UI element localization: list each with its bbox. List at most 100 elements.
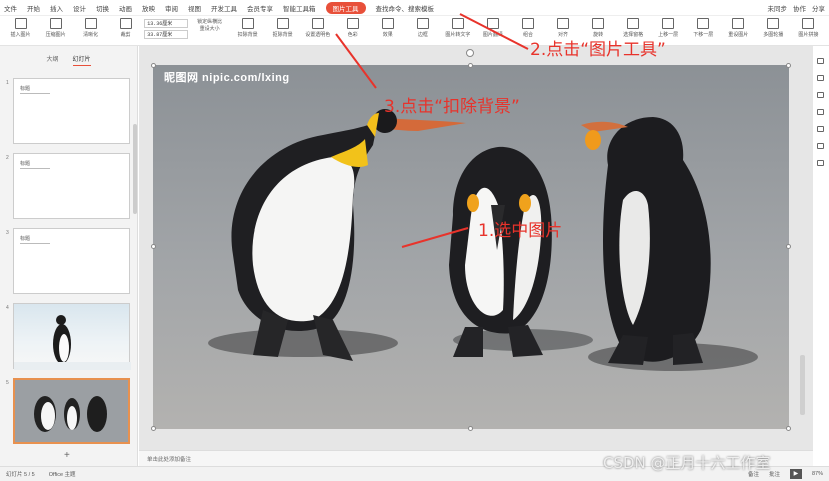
remove-background-icon	[241, 18, 254, 29]
slide-number: 3	[6, 230, 9, 236]
slide-thumbnail[interactable]	[13, 303, 131, 370]
resize-handle[interactable]	[151, 63, 156, 68]
format-icon[interactable]	[816, 75, 824, 81]
slide-thumb-title: 标题	[20, 161, 31, 167]
slide-thumbnail[interactable]: 标题	[13, 228, 130, 294]
cutout-icon	[276, 18, 289, 29]
ocr-icon	[451, 18, 464, 29]
slide-thumb-row[interactable]: 4	[0, 303, 138, 371]
menu-home[interactable]: 开始	[27, 3, 40, 13]
share-button[interactable]: 分享	[812, 3, 825, 13]
slide-thumb-row[interactable]: 3 标题	[0, 228, 138, 296]
penguin-picture[interactable]: 昵图网 nipic.com/lxing	[153, 65, 789, 429]
menu-smart-tools[interactable]: 智能工具箱	[283, 3, 316, 13]
picture-icon	[14, 18, 27, 29]
stitch-icon	[802, 18, 815, 29]
resize-handle[interactable]	[151, 426, 156, 431]
layout-icon[interactable]	[816, 58, 824, 64]
collab-button[interactable]: 协作	[793, 3, 806, 13]
resize-handle[interactable]	[786, 244, 791, 249]
crop-button[interactable]: 裁剪	[109, 18, 142, 38]
picture-translate-button[interactable]: 图片翻译	[476, 18, 509, 38]
play-icon[interactable]: ▶	[789, 469, 802, 479]
effects-pane-icon[interactable]	[816, 92, 824, 98]
send-backward-icon	[697, 18, 710, 29]
translate-icon	[486, 18, 499, 29]
slide-thumbnail-selected[interactable]	[13, 378, 130, 444]
reset-icon	[732, 18, 745, 29]
sync-status[interactable]: 未同步	[768, 3, 788, 13]
menu-design[interactable]: 设计	[73, 3, 86, 13]
annotation-step1: 1.选中图片	[478, 221, 563, 241]
border-button[interactable]: 边框	[406, 18, 439, 38]
border-icon	[416, 18, 429, 29]
penguin-thumb-image	[14, 315, 131, 370]
theme-name: Office 主题	[48, 472, 76, 478]
rotate-handle[interactable]	[466, 49, 474, 57]
slide-sidebar: 大纲 幻灯片 1 标题 2 标题 3 标题 4 5 +	[0, 46, 138, 466]
carousel-button[interactable]: 多图轮播	[757, 18, 790, 38]
slide-number: 5	[6, 380, 9, 386]
compress-picture-button[interactable]: 压缩图片	[39, 18, 72, 38]
sharpen-button[interactable]: 清晰化	[74, 18, 107, 38]
annotation-step2: 2.点击“图片工具”	[530, 40, 666, 60]
tab-slides[interactable]: 幻灯片	[72, 54, 91, 66]
menu-dev-tools[interactable]: 开发工具	[211, 3, 237, 13]
send-backward-button[interactable]: 下移一层	[687, 18, 720, 38]
stitch-button[interactable]: 图片拼接	[792, 18, 825, 38]
slide-thumbnail[interactable]: 标题	[13, 78, 130, 144]
sidebar-tabs: 大纲 幻灯片	[0, 46, 137, 66]
crop-pane-icon[interactable]	[816, 143, 824, 149]
slide-thumbnail[interactable]: 标题	[13, 153, 130, 219]
selection-pane-icon	[627, 18, 640, 29]
lock-ratio-checkbox[interactable]: 锁定纵横比 重设大小	[190, 18, 229, 32]
slide-thumb-row[interactable]: 5	[0, 378, 138, 446]
rotate-icon	[592, 18, 605, 29]
menu-animation[interactable]: 动画	[119, 3, 132, 13]
slide-thumb-row[interactable]: 1 标题	[0, 78, 138, 146]
resize-handle[interactable]	[468, 426, 473, 431]
menu-transition[interactable]: 切换	[96, 3, 109, 13]
sidebar-scrollbar[interactable]	[133, 124, 137, 214]
search-command[interactable]: 查找命令、搜索模板	[376, 3, 435, 13]
picture-to-text-button[interactable]: 图片转文字	[441, 18, 474, 38]
color-button[interactable]: 色彩	[336, 18, 369, 38]
tab-picture-tools[interactable]: 图片工具	[325, 1, 366, 14]
cutout-button[interactable]: 抠除背景	[266, 18, 299, 38]
menu-slideshow[interactable]: 放映	[142, 3, 155, 13]
csdn-credit: CSDN @正月十六工作室	[603, 454, 771, 472]
slide-thumb-line	[20, 243, 50, 244]
slide-thumb-title: 标题	[20, 86, 31, 92]
carousel-icon	[767, 18, 780, 29]
align-icon	[557, 18, 570, 29]
slide-thumb-line	[20, 168, 50, 169]
compress-icon	[49, 18, 62, 29]
resize-handle[interactable]	[786, 63, 791, 68]
settings-icon[interactable]	[816, 160, 824, 166]
menu-member[interactable]: 会员专享	[247, 3, 273, 13]
remove-background-button[interactable]: 扣除背景	[231, 18, 264, 38]
slide-number: 1	[6, 80, 9, 86]
canvas-scrollbar[interactable]	[800, 355, 805, 415]
slide-thumb-row[interactable]: 2 标题	[0, 153, 138, 221]
add-slide-button[interactable]: +	[64, 450, 70, 461]
reset-picture-button[interactable]: 重设图片	[722, 18, 755, 38]
resize-handle[interactable]	[468, 63, 473, 68]
width-input[interactable]: 33.87厘米	[144, 30, 189, 39]
height-input[interactable]: 13.36厘米	[144, 19, 189, 28]
menu-file[interactable]: 文件	[4, 3, 17, 13]
ribbon-toolbar: 插入图片 压缩图片 清晰化 裁剪 13.36厘米 33.87厘米 锁定纵横比 重设…	[0, 16, 829, 46]
menu-insert[interactable]: 插入	[50, 3, 63, 13]
animation-pane-icon[interactable]	[816, 109, 824, 115]
insert-picture-button[interactable]: 插入图片	[4, 18, 37, 38]
transparent-color-button[interactable]: 设置透明色	[301, 18, 334, 38]
tab-outline[interactable]: 大纲	[46, 54, 58, 66]
zoom-level[interactable]: 87%	[812, 471, 823, 477]
sharpen-icon	[84, 18, 97, 29]
resize-handle[interactable]	[151, 244, 156, 249]
effects-button[interactable]: 效果	[371, 18, 404, 38]
resize-handle[interactable]	[786, 426, 791, 431]
menu-review[interactable]: 审阅	[165, 3, 178, 13]
menu-view[interactable]: 视图	[188, 3, 201, 13]
style-icon[interactable]	[816, 126, 824, 132]
